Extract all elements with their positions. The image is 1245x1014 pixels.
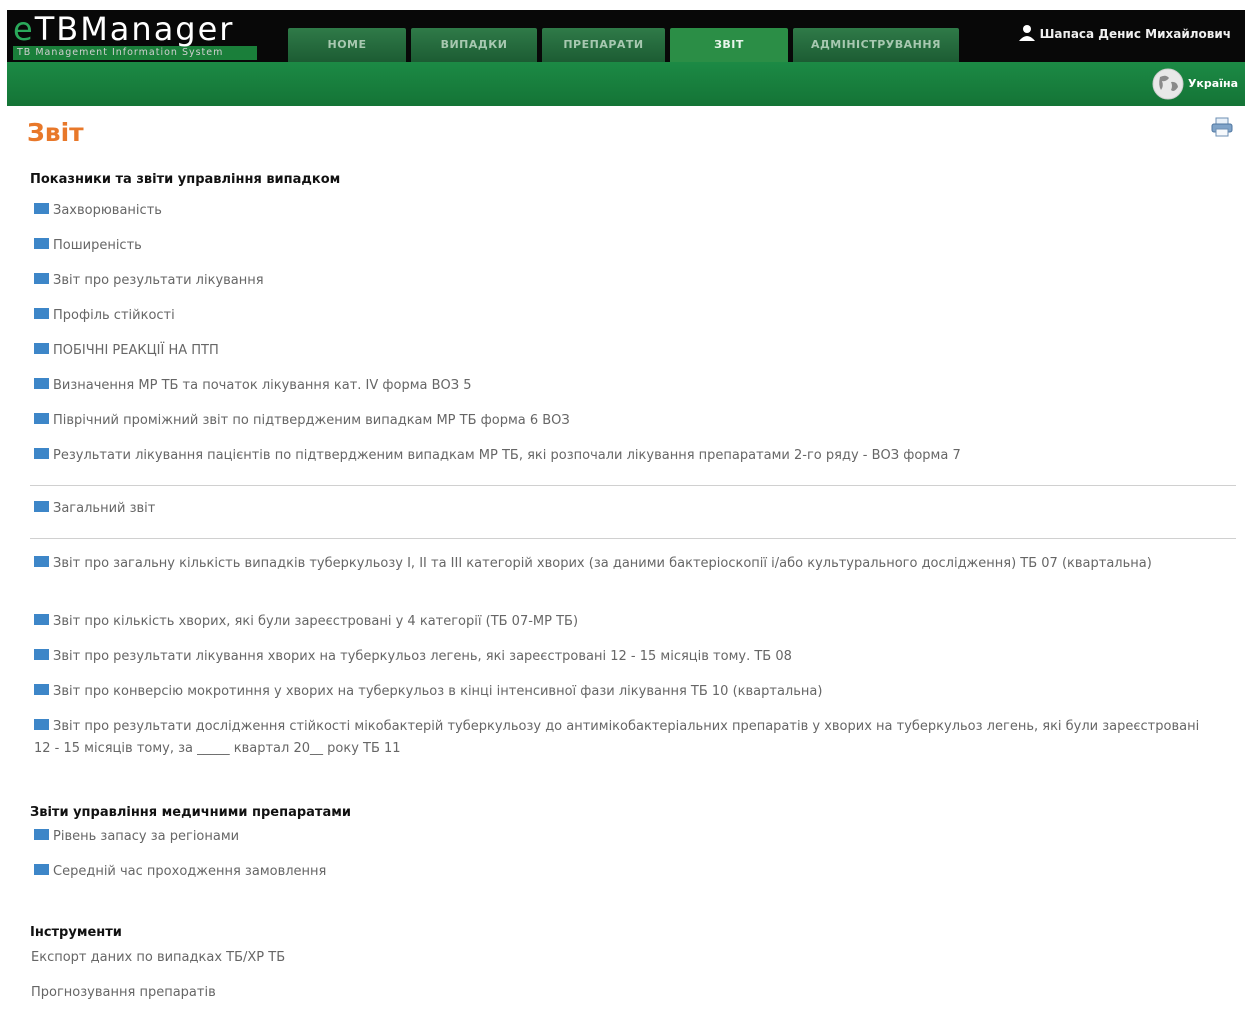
report-link-adverse-reactions[interactable]: ПОБІЧНІ РЕАКЦІЇ НА ПТП [34, 343, 219, 358]
sub-header-bar: Україна [7, 62, 1245, 106]
report-link-label: Захворюваність [53, 203, 162, 218]
report-icon [34, 719, 49, 730]
report-link-who-form-7[interactable]: Результати лікування пацієнтів по підтве… [34, 448, 961, 463]
logo-name: TBManager [34, 10, 235, 48]
report-link-who-form-6[interactable]: Піврічний проміжний звіт по підтверджени… [34, 413, 570, 428]
printer-icon[interactable] [1210, 117, 1234, 141]
report-icon [34, 308, 49, 319]
report-link-stock-level[interactable]: Рівень запасу за регіонами [34, 829, 239, 844]
report-link-label: Профіль стійкості [53, 308, 175, 323]
app-logo[interactable]: eTBManager TB Management Information Sys… [13, 12, 257, 60]
report-link-label: Звіт про результати лікування [53, 273, 264, 288]
report-icon [34, 238, 49, 249]
user-name: Шапаса Денис Михайлович [1039, 27, 1231, 41]
logo-title: eTBManager [13, 12, 257, 46]
user-menu[interactable]: Шапаса Денис Михайлович [1018, 24, 1231, 45]
logo-prefix: e [13, 10, 35, 48]
report-link-who-form-5[interactable]: Визначення МР ТБ та початок лікування ка… [34, 378, 472, 393]
section-heading-case-management: Показники та звіти управління випадком [30, 172, 341, 187]
section-heading-tools: Інструменти [30, 925, 122, 940]
report-icon [34, 203, 49, 214]
page-title: Звіт [27, 118, 84, 147]
report-icon [34, 556, 49, 567]
report-link-tb-11[interactable]: Звіт про результати дослідження стійкост… [34, 716, 1204, 760]
report-link-label: Звіт про результати лікування хворих на … [53, 649, 792, 664]
country-selector[interactable]: Україна [1152, 68, 1238, 100]
user-icon [1018, 24, 1036, 45]
report-link-label: Звіт про результати дослідження стійкост… [34, 719, 1200, 756]
report-icon [34, 448, 49, 459]
report-link-order-time[interactable]: Середній час проходження замовлення [34, 864, 326, 879]
report-link-label: Звіт про загальну кількість випадків туб… [53, 556, 1152, 571]
top-header: eTBManager TB Management Information Sys… [7, 10, 1245, 62]
tool-link-forecast[interactable]: Прогнозування препаратів [31, 985, 216, 1000]
report-link-label: Поширеність [53, 238, 142, 253]
report-link-label: Рівень запасу за регіонами [53, 829, 240, 844]
report-link-general[interactable]: Загальний звіт [34, 501, 155, 516]
report-link-label: Середній час проходження замовлення [53, 864, 327, 879]
tab-medicines[interactable]: ПРЕПАРАТИ [542, 28, 665, 62]
report-link-tb-10[interactable]: Звіт про конверсію мокротиння у хворих н… [34, 684, 822, 699]
report-link-prevalence[interactable]: Поширеність [34, 238, 142, 253]
report-link-label: Визначення МР ТБ та початок лікування ка… [53, 378, 472, 393]
report-link-label: Загальний звіт [53, 501, 156, 516]
report-link-label: Звіт про кількість хворих, які були заре… [53, 614, 579, 629]
report-icon [34, 501, 49, 512]
report-icon [34, 378, 49, 389]
logo-subtitle: TB Management Information System [13, 46, 257, 60]
report-link-label: ПОБІЧНІ РЕАКЦІЇ НА ПТП [53, 343, 219, 358]
report-link-treatment-results[interactable]: Звіт про результати лікування [34, 273, 264, 288]
report-icon [34, 649, 49, 660]
country-name: Україна [1187, 77, 1238, 90]
report-icon [34, 829, 49, 840]
tab-home[interactable]: HOME [288, 28, 406, 62]
tab-cases[interactable]: ВИПАДКИ [411, 28, 537, 62]
tool-link-export[interactable]: Експорт даних по випадках ТБ/ХР ТБ [31, 950, 285, 965]
tab-report[interactable]: ЗВІТ [670, 28, 788, 62]
section-heading-drug-management: Звіти управління медичними препаратами [30, 805, 351, 820]
report-link-resistance-profile[interactable]: Профіль стійкості [34, 308, 175, 323]
report-link-tb-07[interactable]: Звіт про загальну кількість випадків туб… [34, 553, 1204, 575]
report-link-tb-07-mdr[interactable]: Звіт про кількість хворих, які були заре… [34, 614, 578, 629]
report-link-label: Піврічний проміжний звіт по підтверджени… [53, 413, 570, 428]
report-icon [34, 684, 49, 695]
report-link-label: Результати лікування пацієнтів по підтве… [53, 448, 961, 463]
globe-icon [1152, 68, 1184, 100]
report-link-incidence[interactable]: Захворюваність [34, 203, 162, 218]
report-icon [34, 413, 49, 424]
report-icon [34, 614, 49, 625]
report-icon [34, 343, 49, 354]
report-icon [34, 273, 49, 284]
report-link-tb-08[interactable]: Звіт про результати лікування хворих на … [34, 649, 792, 664]
divider [30, 538, 1236, 539]
divider [30, 485, 1236, 486]
tab-administration[interactable]: АДМІНІСТРУВАННЯ [793, 28, 959, 62]
report-icon [34, 864, 49, 875]
report-link-label: Звіт про конверсію мокротиння у хворих н… [53, 684, 823, 699]
